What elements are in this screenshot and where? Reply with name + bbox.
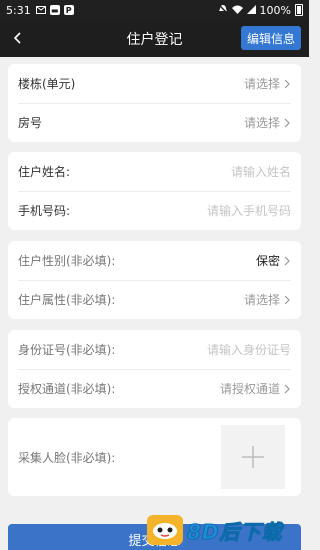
wifi-icon bbox=[231, 4, 243, 17]
battery-icon bbox=[295, 4, 303, 16]
edit-info-button[interactable]: 编辑信息 bbox=[240, 26, 301, 50]
phone-row: 手机号码: 请输入手机号码 bbox=[8, 191, 301, 230]
gender-value: 保密 bbox=[255, 254, 280, 268]
contact-card: 住户姓名: 请输入姓名 手机号码: 请输入手机号码 bbox=[8, 152, 301, 230]
phone-input[interactable]: 请输入手机号码 bbox=[207, 202, 291, 219]
gender-row[interactable]: 住户性别(非必填): 保密 bbox=[8, 241, 301, 280]
mute-icon bbox=[218, 3, 228, 17]
back-button[interactable] bbox=[8, 28, 28, 48]
nav-bar: 住户登记 编辑信息 bbox=[0, 20, 309, 57]
channel-value: 请授权通道 bbox=[219, 382, 280, 396]
face-capture-button[interactable] bbox=[221, 425, 285, 489]
page-title: 住户登记 bbox=[126, 31, 183, 48]
attribute-value: 请选择 bbox=[243, 293, 280, 307]
chevron-left-icon bbox=[13, 32, 21, 44]
attribute-label: 住户属性(非必填): bbox=[18, 293, 116, 307]
face-label: 采集人脸(非必填): bbox=[18, 450, 116, 465]
building-value: 请选择 bbox=[243, 77, 280, 91]
chevron-right-icon bbox=[284, 118, 290, 127]
chevron-right-icon bbox=[284, 384, 290, 393]
chevron-right-icon bbox=[284, 295, 290, 304]
chevron-right-icon bbox=[284, 256, 290, 265]
clipboard-icon: ▬ bbox=[49, 5, 60, 15]
name-row: 住户姓名: 请输入姓名 bbox=[8, 152, 301, 191]
watermark: 8D后下载 bbox=[147, 513, 305, 547]
name-label: 住户姓名: bbox=[18, 165, 71, 179]
channel-row[interactable]: 授权通道(非必填): 请授权通道 bbox=[8, 369, 301, 408]
plus-icon bbox=[242, 446, 264, 468]
identity-card: 身份证号(非必填): 请输入身份证号 授权通道(非必填): 请授权通道 bbox=[8, 330, 301, 408]
signal-icon bbox=[246, 4, 256, 17]
building-row[interactable]: 楼栋(单元) 请选择 bbox=[8, 64, 301, 103]
attribute-row[interactable]: 住户属性(非必填): 请选择 bbox=[8, 280, 301, 319]
id-input[interactable]: 请输入身份证号 bbox=[207, 341, 291, 358]
phone-label: 手机号码: bbox=[18, 204, 71, 218]
chevron-right-icon bbox=[284, 79, 290, 88]
channel-label: 授权通道(非必填): bbox=[18, 382, 116, 396]
building-card: 楼栋(单元) 请选择 房号 请选择 bbox=[8, 64, 301, 142]
name-input[interactable]: 请输入姓名 bbox=[231, 163, 291, 180]
id-row: 身份证号(非必填): 请输入身份证号 bbox=[8, 330, 301, 369]
watermark-logo-icon bbox=[147, 515, 183, 545]
attributes-card: 住户性别(非必填): 保密 住户属性(非必填): 请选择 bbox=[8, 241, 301, 319]
room-value: 请选择 bbox=[243, 116, 280, 130]
gender-label: 住户性别(非必填): bbox=[18, 254, 116, 268]
mail-icon bbox=[35, 5, 46, 15]
status-bar: 5:31 ▬ P 100% bbox=[0, 0, 309, 20]
watermark-text: 8D后下载 bbox=[187, 519, 283, 544]
status-time: 5:31 bbox=[6, 3, 31, 17]
face-card: 采集人脸(非必填): bbox=[8, 418, 301, 496]
room-label: 房号 bbox=[18, 116, 43, 130]
building-label: 楼栋(单元) bbox=[18, 77, 76, 91]
id-label: 身份证号(非必填): bbox=[18, 343, 116, 357]
face-row: 采集人脸(非必填): bbox=[8, 418, 301, 496]
p-app-icon: P bbox=[63, 5, 74, 15]
room-row[interactable]: 房号 请选择 bbox=[8, 103, 301, 142]
battery-percent: 100% bbox=[259, 3, 291, 17]
